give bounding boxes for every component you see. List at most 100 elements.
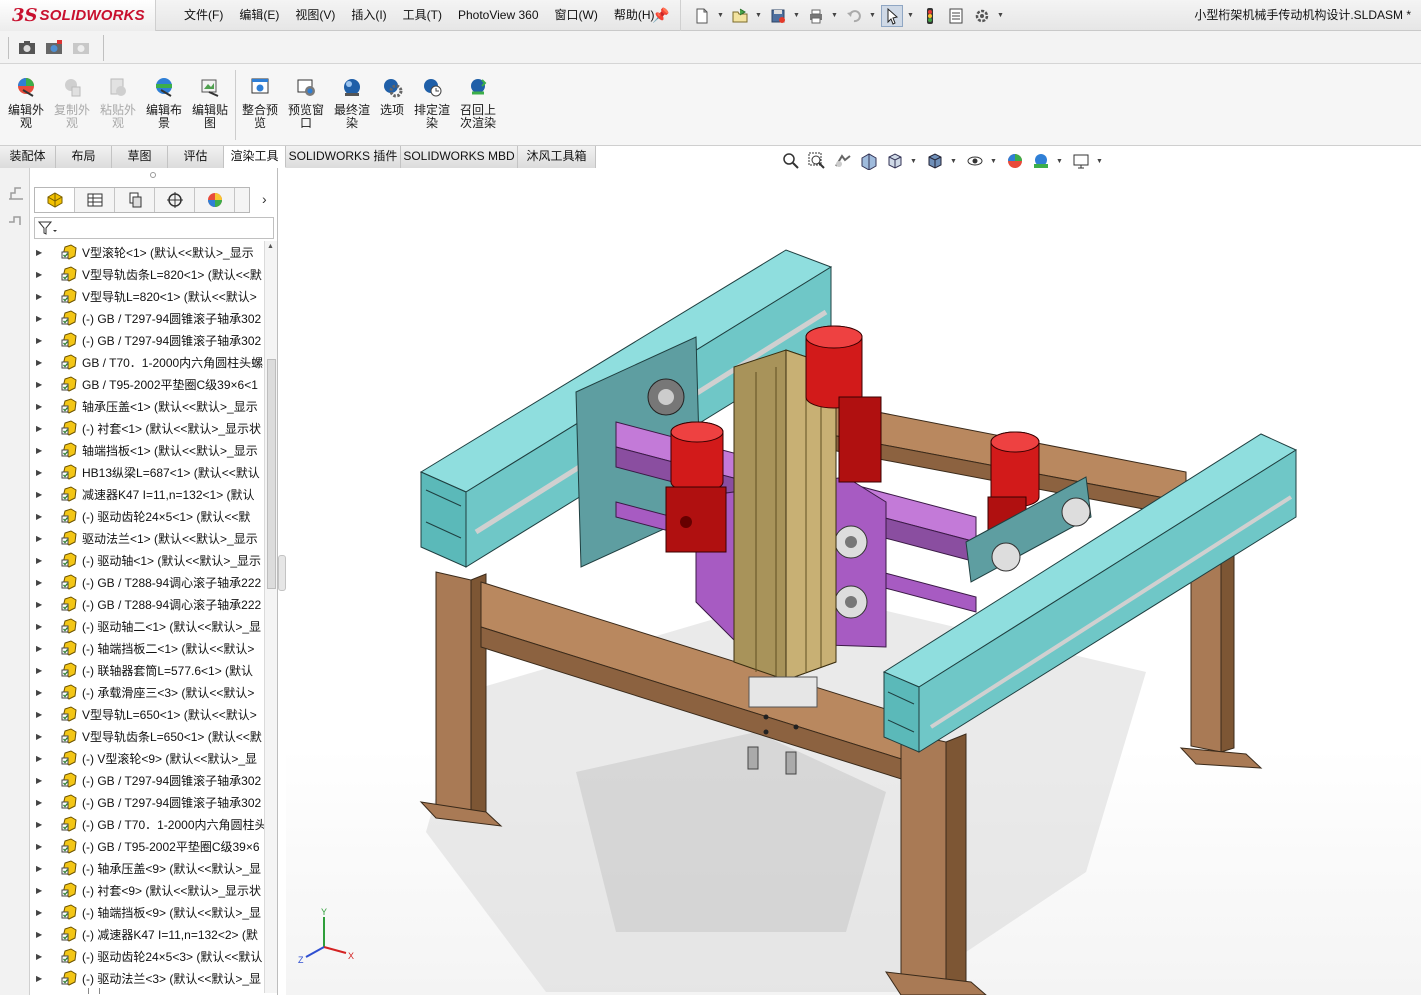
tree-item[interactable]: ▶ (-) GB / T288-94调心滚子轴承222 xyxy=(30,571,264,593)
tab-layout[interactable]: 布局 xyxy=(56,146,112,168)
expand-arrow-icon[interactable]: ▶ xyxy=(36,820,44,829)
expand-arrow-icon[interactable]: ▶ xyxy=(36,380,44,389)
save-dropdown-icon[interactable]: ▼ xyxy=(793,12,801,19)
tab-solidworks-addins[interactable]: SOLIDWORKS 插件 xyxy=(286,146,401,168)
tab-solidworks-mbd[interactable]: SOLIDWORKS MBD xyxy=(401,146,518,168)
tree-item[interactable]: ▶ (-) GB / T297-94圆锥滚子轴承302 xyxy=(30,329,264,351)
expand-arrow-icon[interactable]: ▶ xyxy=(36,336,44,345)
print-dropdown-icon[interactable]: ▼ xyxy=(831,12,839,19)
menu-item[interactable]: PhotoView 360 xyxy=(450,0,547,31)
tree-item[interactable]: ▶ (-) 轴端挡板<9> (默认<<默认>_显 xyxy=(30,901,264,923)
expand-arrow-icon[interactable]: ▶ xyxy=(36,688,44,697)
expand-arrow-icon[interactable]: ▶ xyxy=(36,864,44,873)
expand-arrow-icon[interactable]: ▶ xyxy=(36,952,44,961)
expand-arrow-icon[interactable]: ▶ xyxy=(36,446,44,455)
select-dropdown-icon[interactable]: ▼ xyxy=(907,12,915,19)
tree-item[interactable]: ▶ 轴承压盖<1> (默认<<默认>_显示 xyxy=(30,395,264,417)
expand-arrow-icon[interactable]: ▶ xyxy=(36,292,44,301)
chevron-right-icon[interactable]: › xyxy=(262,192,272,206)
view-settings-icon[interactable] xyxy=(1070,151,1092,171)
apply-scene-icon[interactable] xyxy=(1030,151,1052,171)
pin-icon[interactable]: 📌 xyxy=(652,7,669,23)
tree-item[interactable]: ▶ (-) GB / T297-94圆锥滚子轴承302 xyxy=(30,791,264,813)
view-orientation-dropdown-icon[interactable]: ▼ xyxy=(910,158,918,165)
expand-arrow-icon[interactable]: ▶ xyxy=(36,402,44,411)
tree-item[interactable]: ▶ (-) 联轴器套筒L=577.6<1> (默认 xyxy=(30,659,264,681)
expand-arrow-icon[interactable]: ▶ xyxy=(36,908,44,917)
scroll-up-arrow-icon[interactable]: ▲ xyxy=(267,243,274,250)
tree-item[interactable]: ▶ 减速器K47 I=11,n=132<1> (默认 xyxy=(30,483,264,505)
undo-dropdown-icon[interactable]: ▼ xyxy=(869,12,877,19)
tree-item[interactable]: ▶ V型导轨齿条L=820<1> (默认<<默 xyxy=(30,263,264,285)
dimxpert-manager-tab[interactable] xyxy=(155,188,195,212)
apply-scene-dropdown-icon[interactable]: ▼ xyxy=(1056,158,1064,165)
tree-item[interactable]: ▶ (-) GB / T288-94调心滚子轴承222 xyxy=(30,593,264,615)
tree-item[interactable]: ▶ (-) 承载滑座三<3> (默认<<默认> xyxy=(30,681,264,703)
panel-splitter[interactable] xyxy=(278,555,286,591)
edit-appearance-button[interactable]: 编辑外观 xyxy=(4,74,48,140)
display-style-icon[interactable] xyxy=(924,151,946,171)
expand-arrow-icon[interactable]: ▶ xyxy=(36,314,44,323)
expand-arrow-icon[interactable]: ▶ xyxy=(36,776,44,785)
tree-filter-box[interactable] xyxy=(34,217,274,239)
display-style-dropdown-icon[interactable]: ▼ xyxy=(950,158,958,165)
horizontal-scroll-grip[interactable] xyxy=(30,988,264,995)
display-manager-tab[interactable] xyxy=(195,188,235,212)
assembly-model-render[interactable] xyxy=(286,172,1421,995)
expand-arrow-icon[interactable]: ▶ xyxy=(36,468,44,477)
menu-item[interactable]: 视图(V) xyxy=(287,0,343,31)
expand-arrow-icon[interactable]: ▶ xyxy=(36,534,44,543)
traffic-light-icon[interactable] xyxy=(919,5,941,27)
expand-arrow-icon[interactable]: ▶ xyxy=(36,886,44,895)
expand-arrow-icon[interactable]: ▶ xyxy=(36,974,44,983)
filter-icon[interactable] xyxy=(38,221,58,237)
expand-arrow-icon[interactable]: ▶ xyxy=(36,358,44,367)
panel-drag-handle[interactable] xyxy=(150,172,156,178)
previous-view-icon[interactable] xyxy=(832,151,854,171)
menu-item[interactable]: 文件(F) xyxy=(176,0,231,31)
solidworks-logo[interactable]: 3S SOLIDWORKS xyxy=(0,0,156,31)
file-properties-icon[interactable] xyxy=(945,5,967,27)
save-icon[interactable] xyxy=(767,5,789,27)
expand-arrow-icon[interactable]: ▶ xyxy=(36,600,44,609)
recall-last-render-button[interactable]: 召回上次渲染 xyxy=(456,74,500,140)
expand-arrow-icon[interactable]: ▶ xyxy=(36,930,44,939)
tree-item[interactable]: ▶ V型滚轮<1> (默认<<默认>_显示 xyxy=(30,241,264,263)
feature-manager-tab[interactable] xyxy=(35,188,75,212)
configuration-manager-tab[interactable] xyxy=(115,188,155,212)
graphics-area[interactable]: Y X Z xyxy=(286,172,1421,995)
expand-arrow-icon[interactable]: ▶ xyxy=(36,754,44,763)
tree-item[interactable]: ▶ (-) 驱动轴<1> (默认<<默认>_显示 xyxy=(30,549,264,571)
undo-icon[interactable] xyxy=(843,5,865,27)
zoom-to-area-icon[interactable] xyxy=(806,151,828,171)
sensor-icon[interactable] xyxy=(6,184,26,202)
expand-arrow-icon[interactable]: ▶ xyxy=(36,732,44,741)
tree-item[interactable]: ▶ (-) 驱动齿轮24×5<1> (默认<<默 xyxy=(30,505,264,527)
integrated-preview-button[interactable]: 整合预览 xyxy=(238,74,282,140)
render-camera-icon[interactable] xyxy=(43,37,65,57)
tab-assembly[interactable]: 装配体 xyxy=(0,146,56,168)
tab-evaluate[interactable]: 评估 xyxy=(168,146,224,168)
new-dropdown-icon[interactable]: ▼ xyxy=(717,12,725,19)
zoom-to-fit-icon[interactable] xyxy=(780,151,802,171)
paste-appearance-button[interactable]: 粘贴外观 xyxy=(96,74,140,140)
menu-item[interactable]: 工具(T) xyxy=(395,0,450,31)
tree-item[interactable]: ▶ (-) 衬套<1> (默认<<默认>_显示状 xyxy=(30,417,264,439)
tree-item[interactable]: ▶ (-) 减速器K47 I=11,n=132<2> (默 xyxy=(30,923,264,945)
history-icon[interactable] xyxy=(6,212,26,230)
tree-item[interactable]: ▶ (-) GB / T297-94圆锥滚子轴承302 xyxy=(30,769,264,791)
options-icon[interactable] xyxy=(971,5,993,27)
final-render-button[interactable]: 最终渲染 xyxy=(330,74,374,140)
tree-item[interactable]: ▶ (-) 轴承压盖<9> (默认<<默认>_显 xyxy=(30,857,264,879)
expand-arrow-icon[interactable]: ▶ xyxy=(36,710,44,719)
print-icon[interactable] xyxy=(805,5,827,27)
expand-arrow-icon[interactable]: ▶ xyxy=(36,424,44,433)
expand-arrow-icon[interactable]: ▶ xyxy=(36,556,44,565)
tree-item[interactable]: ▶ V型导轨L=820<1> (默认<<默认> xyxy=(30,285,264,307)
options-dropdown-icon[interactable]: ▼ xyxy=(997,12,1005,19)
expand-arrow-icon[interactable]: ▶ xyxy=(36,666,44,675)
expand-arrow-icon[interactable]: ▶ xyxy=(36,248,44,257)
expand-arrow-icon[interactable]: ▶ xyxy=(36,490,44,499)
tree-item[interactable]: ▶ (-) GB / T70．1-2000内六角圆柱头 xyxy=(30,813,264,835)
expand-arrow-icon[interactable]: ▶ xyxy=(36,270,44,279)
